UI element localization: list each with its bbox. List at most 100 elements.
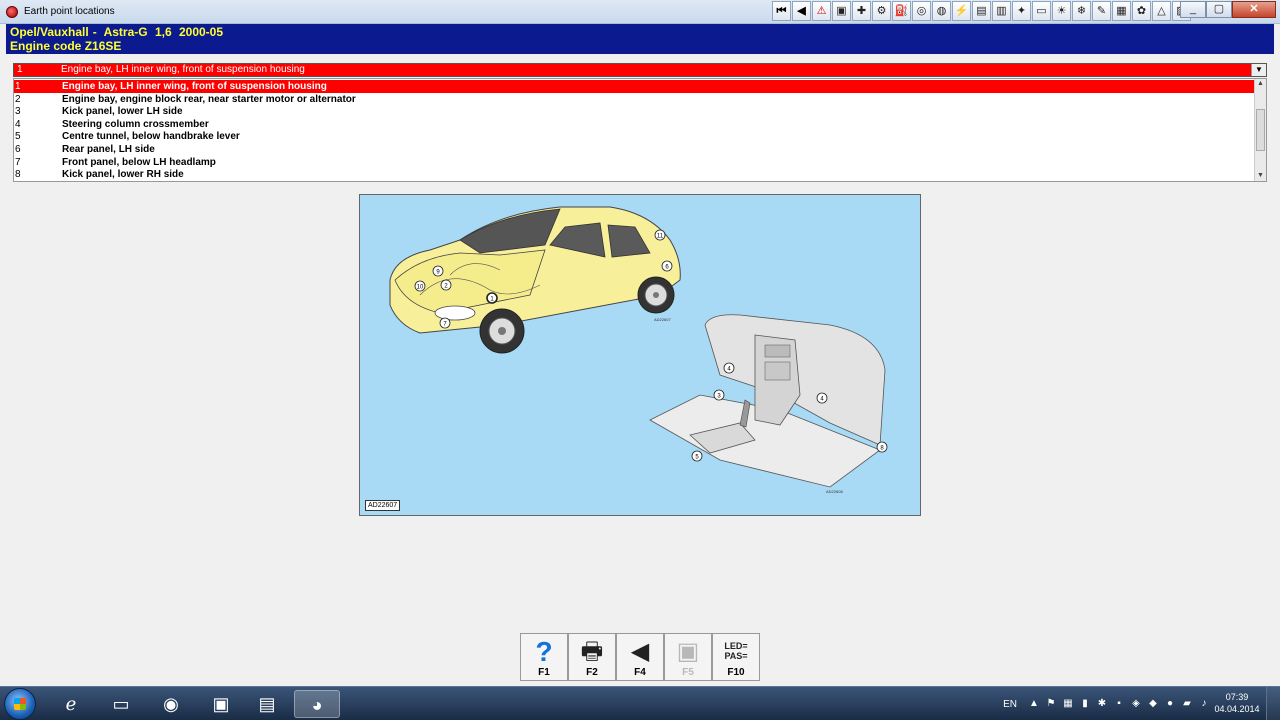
earth-point-marker: 5	[691, 450, 703, 462]
tray-update-icon[interactable]: ◈	[1130, 698, 1142, 710]
fkey-label: F2	[586, 667, 598, 678]
print-icon: 🖶	[580, 638, 604, 665]
list-item[interactable]: 7 Front panel, below LH headlamp	[14, 156, 1254, 169]
list-item-number: 6	[15, 144, 21, 155]
monitor-icon[interactable]: ▤	[244, 690, 290, 718]
tray-flag-icon[interactable]: ⚑	[1045, 698, 1057, 710]
vehicle-line: Opel/Vauxhall - Astra-G 1,6 2000-05	[10, 25, 1270, 39]
tray-app-icon[interactable]: ▲	[1028, 698, 1040, 710]
folder-icon[interactable]: ▭	[98, 690, 144, 718]
engine-icon[interactable]: ⚙	[872, 1, 891, 21]
f5-button: ▣ F5	[664, 633, 712, 681]
fkey-label: F1	[538, 667, 550, 678]
tray-network-icon[interactable]: ▦	[1062, 698, 1074, 710]
clock[interactable]: 07:39 04.04.2014	[1214, 691, 1260, 715]
list-item[interactable]: 8 Kick panel, lower RH side	[14, 168, 1254, 181]
list-item-label: Front panel, below LH headlamp	[62, 156, 216, 168]
ie-icon[interactable]: ℯ	[48, 690, 94, 718]
warning-icon[interactable]: ⚠	[812, 1, 831, 21]
function-keys: ? F1 🖶 F2 ◀ F4 ▣ F5 LED= PAS= F10	[520, 633, 760, 681]
list-item-number: 1	[15, 81, 21, 92]
list-item-number: 5	[15, 131, 21, 143]
window-controls: _ ▢ ✕	[1180, 1, 1276, 18]
chevron-down-icon[interactable]: ▼	[1251, 64, 1266, 76]
gearbox-icon[interactable]: ✦	[1012, 1, 1031, 21]
vehicle-make: Opel/Vauxhall	[10, 25, 89, 39]
list-item-label: Engine bay, engine block rear, near star…	[62, 93, 356, 105]
list-item[interactable]: 4 Steering column crossmember	[14, 118, 1254, 131]
start-button[interactable]	[4, 688, 36, 720]
earth-point-dropdown[interactable]: 1 Engine bay, LH inner wing, front of su…	[13, 63, 1267, 77]
list-item-number: 4	[15, 118, 21, 130]
volume-icon[interactable]: ♪	[1198, 698, 1210, 710]
car-rear-wheel	[637, 276, 675, 314]
language-indicator[interactable]: EN	[1003, 699, 1017, 710]
vehicle-header: Opel/Vauxhall - Astra-G 1,6 2000-05 Engin…	[6, 24, 1274, 54]
list-item-label: Centre tunnel, below handbrake lever	[62, 131, 240, 143]
list-item-number: 2	[15, 93, 21, 105]
minimize-button[interactable]: _	[1180, 1, 1206, 18]
fkey-label: F4	[634, 667, 646, 678]
chrome-icon[interactable]: ◉	[148, 690, 194, 718]
engine-code-line: Engine code Z16SE	[10, 39, 1270, 53]
scroll-up-icon[interactable]: ▲	[1255, 79, 1266, 89]
list-item[interactable]: 2 Engine bay, engine block rear, near sta…	[14, 93, 1254, 106]
key-icon[interactable]: ✎	[1092, 1, 1111, 21]
brake-icon[interactable]: ◍	[932, 1, 951, 21]
back-icon[interactable]: ◀	[792, 1, 811, 21]
settings-icon[interactable]: ✿	[1132, 1, 1151, 21]
list-item[interactable]: 5 Centre tunnel, below handbrake lever	[14, 130, 1254, 143]
dropdown-selected-label: Engine bay, LH inner wing, front of susp…	[61, 64, 305, 75]
tray-orange-icon[interactable]: ●	[1164, 698, 1176, 710]
tray-device-icon[interactable]: ▪	[1113, 698, 1125, 710]
app-window-icon[interactable]: ▣	[198, 690, 244, 718]
f10-button[interactable]: LED= PAS= F10	[712, 633, 760, 681]
scroll-thumb[interactable]	[1256, 109, 1265, 151]
vehicle-separator: -	[92, 25, 97, 39]
scroll-down-icon[interactable]: ▼	[1255, 171, 1266, 181]
diagram-icon[interactable]: ▦	[1112, 1, 1131, 21]
tray-battery-icon[interactable]: ▮	[1079, 698, 1091, 710]
wheel-icon[interactable]: ◎	[912, 1, 931, 21]
earth-point-marker: 3	[713, 389, 725, 401]
car-icon[interactable]: ▭	[1032, 1, 1051, 21]
fuel-icon[interactable]: ⛽	[892, 1, 911, 21]
list-scrollbar[interactable]: ▲ ▼	[1254, 79, 1266, 181]
car-ref-label: AD22607	[654, 317, 671, 322]
show-desktop-button[interactable]	[1266, 687, 1280, 720]
climate-icon[interactable]: ❄	[1072, 1, 1091, 21]
list-item-label: Kick panel, lower RH side	[62, 169, 184, 181]
car-illustration: AD22607	[389, 206, 681, 354]
door-icon[interactable]: ▥	[992, 1, 1011, 21]
console-radio	[764, 361, 791, 381]
earth-point-marker: 1	[486, 292, 498, 304]
body-icon[interactable]: ▤	[972, 1, 991, 21]
list-item-number: 3	[15, 106, 21, 118]
marker-label: 10	[417, 284, 424, 290]
alert-icon[interactable]: △	[1152, 1, 1171, 21]
list-item-label: Kick panel, lower LH side	[62, 106, 183, 118]
electrical-icon[interactable]: ⚡	[952, 1, 971, 21]
vehicle-icon[interactable]: ▣	[832, 1, 851, 21]
engine-code-label: Engine code	[10, 39, 82, 53]
close-button[interactable]: ✕	[1232, 1, 1276, 18]
autodata-task-icon[interactable]: ◕	[294, 690, 340, 718]
f4-button[interactable]: ◀ F4	[616, 633, 664, 681]
tray-security-icon[interactable]: ◆	[1147, 698, 1159, 710]
list-item[interactable]: 3 Kick panel, lower LH side	[14, 105, 1254, 118]
f1-button[interactable]: ? F1	[520, 633, 568, 681]
maximize-button[interactable]: ▢	[1206, 1, 1232, 18]
interior-ref-label: AD22608	[826, 489, 843, 494]
clock-date: 04.04.2014	[1214, 704, 1260, 714]
service-icon[interactable]: ✚	[852, 1, 871, 21]
dropdown-number: 1	[17, 64, 23, 75]
earth-point-marker: 2	[440, 279, 452, 291]
first-page-icon[interactable]: ⏮	[772, 1, 791, 21]
earth-point-marker: 4	[723, 362, 735, 374]
list-item[interactable]: 6 Rear panel, LH side	[14, 143, 1254, 156]
tray-signal-icon[interactable]: ▰	[1181, 698, 1193, 710]
light-icon[interactable]: ☀	[1052, 1, 1071, 21]
tray-bluetooth-icon[interactable]: ✱	[1096, 698, 1108, 710]
list-item[interactable]: 1 Engine bay, LH inner wing, front of sus…	[14, 80, 1254, 93]
f2-button[interactable]: 🖶 F2	[568, 633, 616, 681]
